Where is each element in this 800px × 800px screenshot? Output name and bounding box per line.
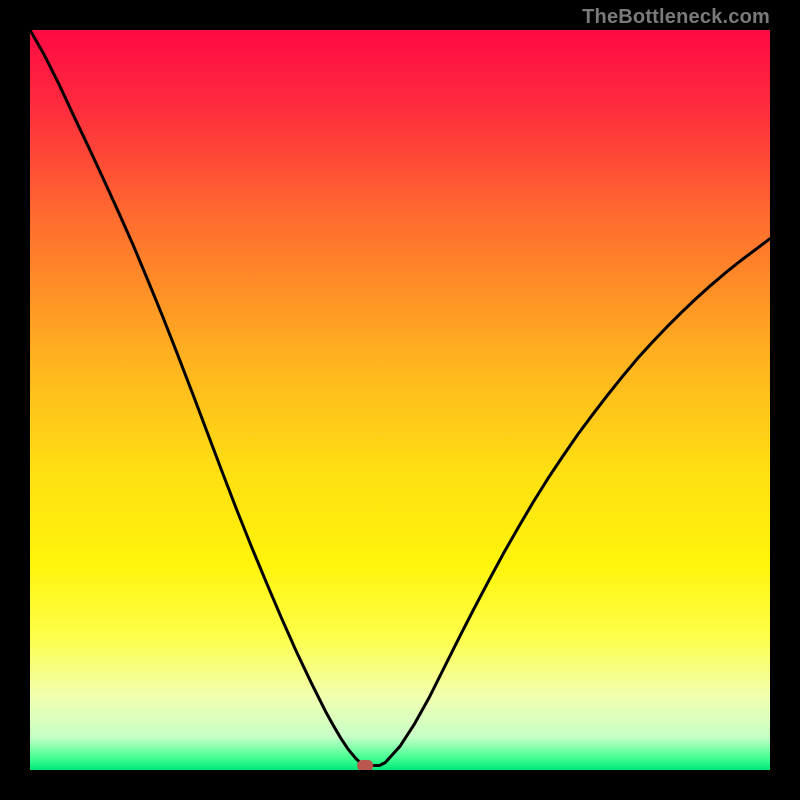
chart-svg xyxy=(30,30,770,770)
optimum-marker xyxy=(357,760,373,770)
gradient-background xyxy=(30,30,770,770)
chart-frame: TheBottleneck.com xyxy=(0,0,800,800)
plot-area xyxy=(30,30,770,770)
watermark-text: TheBottleneck.com xyxy=(582,6,770,29)
